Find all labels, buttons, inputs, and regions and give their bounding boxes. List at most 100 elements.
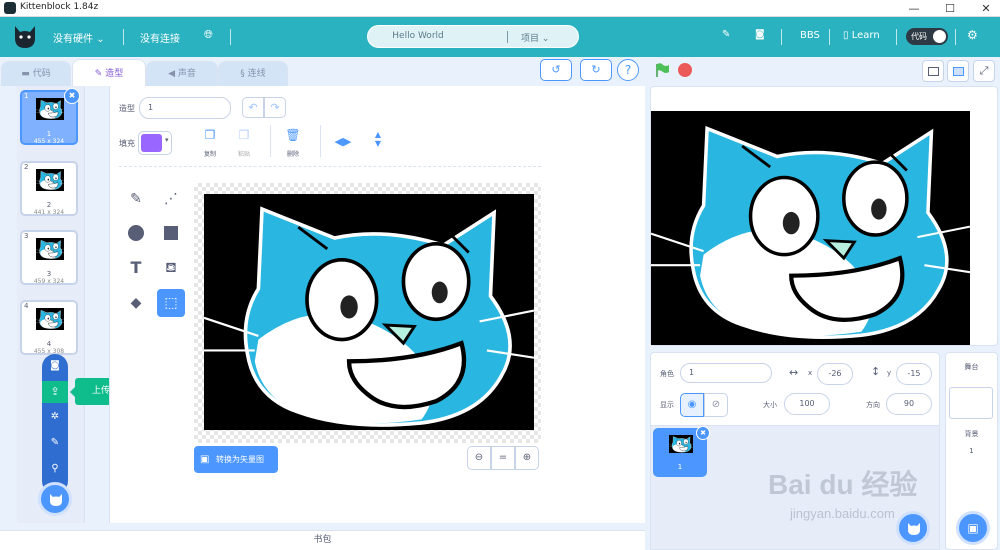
size-input[interactable]: 100 [784,393,830,415]
redo-project-button[interactable]: ↻ [580,59,612,81]
costume-number: 4 [24,302,29,310]
direction-input[interactable]: 90 [886,393,932,415]
trash-icon[interactable]: 🗑︎ [283,128,303,142]
copy-icon[interactable]: ❐ [200,128,220,142]
gear-icon[interactable]: ⚙ [967,28,978,42]
maximize-icon[interactable]: ☐ [940,1,960,16]
undo-icon: ↺ [551,63,561,76]
convert-vector-button[interactable]: ▣ 转换为矢量图 [194,446,278,473]
costume-size: 455 x 308 [33,348,65,355]
fill-color-picker[interactable]: ▾ [138,131,172,155]
title-bar: Kittenblock 1.84z — ☐ ✕ [0,0,1000,17]
surprise-icon[interactable]: ✲ [44,411,66,425]
large-stage-button[interactable] [947,60,969,82]
tab-sound[interactable]: ◀ 声音 [146,61,218,86]
costume-thumbnail-image [36,308,64,330]
chevron-down-icon: ⌄ [541,34,550,44]
help-button[interactable]: ? [617,59,639,81]
undo-button[interactable]: ↶ [242,97,264,118]
costume-name-input[interactable]: 1 [139,97,231,119]
x-input[interactable]: -26 [817,363,853,385]
hide-sprite-button[interactable]: ⊘ [704,393,728,417]
rectangle-icon [164,226,178,240]
brush-tool[interactable]: ✎ [122,185,150,213]
fullscreen-button[interactable]: ⤢ [973,60,995,82]
x-label: x [808,369,813,377]
stage-canvas[interactable] [651,111,970,345]
stop-icon[interactable] [678,63,692,77]
text-icon: T [130,258,142,277]
delete-sprite-button[interactable]: ✖ [696,426,710,440]
code-toggle[interactable]: 代码 [906,28,948,45]
menu-divider [230,29,231,45]
rectangle-tool[interactable] [157,219,185,247]
globe-icon[interactable]: 🌐︎ [204,28,213,42]
eraser-tool[interactable]: ◆ [122,289,150,317]
menu-bar: 没有硬件 ⌄ 没有连接 🌐︎ Hello World 项目 ⌄ ✎ ◙ BBS … [0,17,1000,57]
fill-color-swatch [141,134,162,152]
costume-image [204,194,534,430]
y-input[interactable]: -15 [896,363,932,385]
green-flag-icon[interactable] [654,62,670,78]
connect-menu[interactable]: 没有连接 [140,30,180,45]
book-icon: ▯ [843,30,849,41]
costume-thumbnail[interactable]: 2 2 441 x 324 [20,161,78,216]
choose-backdrop-button[interactable]: ▣ [956,511,990,545]
tab-code[interactable]: ▬ 代码 [1,61,71,86]
zoom-in-button[interactable]: ⊕ [515,446,539,470]
x-arrows-icon: ↔ [789,366,799,379]
line-tool[interactable]: ⋰ [157,185,185,213]
tab-costume[interactable]: ✎ 造型 [72,59,146,86]
sprite-name-input[interactable]: 1 [680,363,772,383]
fill-tool[interactable]: ⛾ [157,254,185,282]
paint-icon[interactable]: ✎ [44,437,66,451]
bbs-link[interactable]: BBS [800,30,820,41]
size-label: 大小 [763,401,777,409]
kittenblock-logo-icon[interactable] [12,22,38,50]
watermark-brand: Bai du 经验 [768,469,918,500]
circle-tool[interactable] [122,219,150,247]
select-tool[interactable]: ⬚ [157,289,185,317]
zoom-out-button[interactable]: ⊖ [467,446,491,470]
undo-project-button[interactable]: ↺ [540,59,572,81]
speaker-icon: ◀ [168,69,176,79]
close-icon[interactable]: ✕ [976,1,996,16]
flip-horizontal-icon[interactable]: ◀▶ [333,135,353,148]
costume-thumbnail[interactable]: 4 4 455 x 308 [20,300,78,355]
upload-costume-button[interactable]: ⇪ [42,381,68,403]
costume-thumbnail[interactable]: 3 3 459 x 324 [20,230,78,285]
large-stage-icon [953,67,964,76]
link-icon: § [240,69,245,79]
paste-icon[interactable]: ❐ [234,128,254,142]
costume-name: 4 [46,340,52,348]
line-icon: ⋰ [164,191,178,207]
redo-button[interactable]: ↷ [264,97,286,118]
show-sprite-button[interactable]: ◉ [680,393,704,417]
sprite-thumbnail [669,435,693,453]
minimize-icon[interactable]: — [904,1,924,16]
menu-divider [781,29,782,45]
pencil-icon[interactable]: ✎ [722,29,730,40]
costume-list-scrollbar[interactable] [95,86,109,523]
choose-sprite-button[interactable] [896,511,930,545]
choose-costume-button[interactable] [38,482,72,516]
text-tool[interactable]: T [122,254,150,282]
stage-cat-sprite [651,125,970,339]
camera-icon[interactable]: ◙ [755,29,765,40]
tab-connect[interactable]: § 连线 [218,61,288,86]
menu-divider [829,29,830,45]
search-icon[interactable]: ⚲ [44,463,66,477]
camera-icon[interactable]: ◙ [44,360,66,374]
window-title: Kittenblock 1.84z [20,2,99,12]
project-menu[interactable]: 项目 ⌄ [521,31,549,44]
trash-icon: ✖ [68,91,76,100]
hardware-menu[interactable]: 没有硬件 ⌄ [53,30,105,45]
small-stage-button[interactable] [922,60,944,82]
project-name-field[interactable]: Hello World [368,31,468,41]
backpack-bar[interactable]: 书包 [0,530,645,550]
delete-costume-button[interactable]: ✖ [64,88,80,104]
learn-link[interactable]: ▯ Learn [843,30,880,41]
zoom-reset-button[interactable]: = [491,446,515,470]
flip-vertical-icon[interactable]: ▲ ▼ [368,130,388,148]
costume-number: 3 [24,232,29,240]
